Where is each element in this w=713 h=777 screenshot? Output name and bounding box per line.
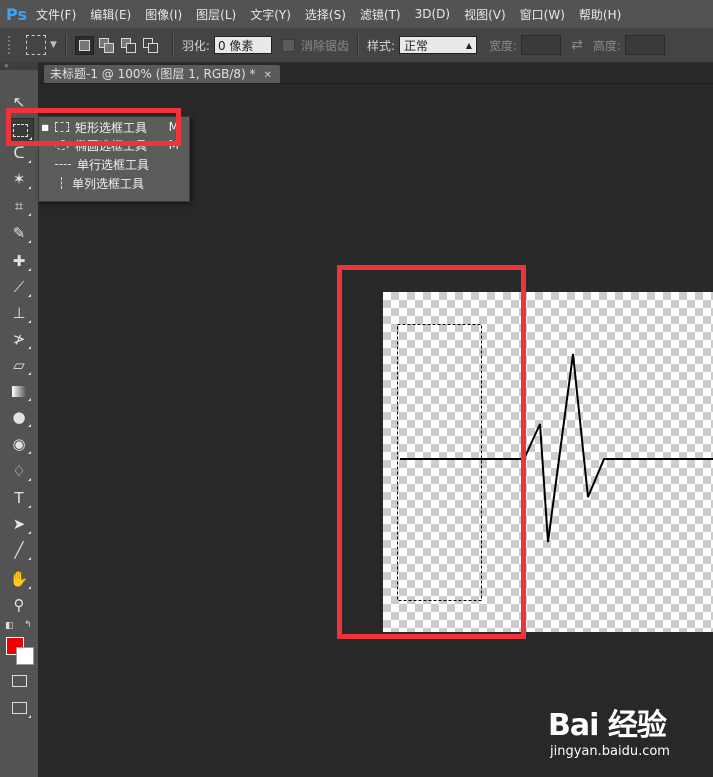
document-tab[interactable]: 未标题-1 @ 100% (图层 1, RGB/8) * ✕ [44,65,280,83]
subtract-from-selection-button[interactable] [120,36,138,54]
menu-edit[interactable]: 编辑(E) [90,6,131,23]
hand-tool-icon[interactable]: ✋ [6,568,32,590]
document-tab-title: 未标题-1 @ 100% (图层 1, RGB/8) * [50,67,256,81]
style-select-value: 正常 [404,39,429,53]
new-selection-button[interactable] [74,35,94,55]
pen-tool-icon[interactable]: ♢ [6,460,32,482]
gradient-tool-icon[interactable] [6,380,32,402]
menu-image[interactable]: 图像(I) [145,6,182,23]
swap-colors-icon[interactable]: ↰ [24,620,32,630]
toolbox-collapse-icon[interactable]: » [0,62,38,70]
dodge-tool-icon[interactable]: ◉ [6,433,32,455]
options-bar: ▼ 羽化: 0 像素 消除锯齿 样式: 正常 ▲ 宽度: ⇄ 高度: [0,28,713,63]
menu-select[interactable]: 选择(S) [305,6,346,23]
baidu-jingyan-watermark: Bai 经验 jingyan.baidu.com [548,700,708,772]
crop-tool-icon[interactable]: ⌗ [6,195,32,217]
flyout-item-label: 单行选框工具 [77,157,150,172]
tool-highlight-box [6,108,181,146]
add-to-selection-button[interactable] [98,36,116,54]
flyout-item-single-column-marquee[interactable]: 单列选框工具 [39,174,189,192]
divider [356,34,359,56]
close-icon[interactable]: ✕ [264,70,272,81]
healing-brush-tool-icon[interactable]: ✚ [6,250,32,272]
menu-filter[interactable]: 滤镜(T) [360,6,401,23]
screen-mode-icon[interactable] [6,697,32,719]
watermark-url: jingyan.baidu.com [550,744,670,759]
options-bar-grip[interactable] [8,36,16,54]
menu-file[interactable]: 文件(F) [36,6,76,23]
menu-layer[interactable]: 图层(L) [196,6,236,23]
feather-label: 羽化: [181,38,210,53]
antialias-checkbox[interactable] [281,38,295,52]
style-select[interactable]: 正常 ▲ [399,36,478,54]
width-label: 宽度: [489,38,518,53]
divider [64,34,67,56]
toolbox: » ↖ ᑕ ✶ ⌗ ✎ ✚ ⟋ ⊥ ≯ ▱ ● ◉ ♢ T ➤ ╱ ✋ ⚲ ◧ … [0,62,39,777]
magic-wand-tool-icon[interactable]: ✶ [6,168,32,190]
app-logo: Ps [6,4,27,24]
menu-window[interactable]: 窗口(W) [520,6,565,23]
divider [171,34,174,56]
clone-stamp-tool-icon[interactable]: ⊥ [6,302,32,324]
style-label: 样式: [366,38,396,53]
single-column-marquee-icon [61,177,62,189]
path-selection-tool-icon[interactable]: ➤ [6,513,32,535]
menu-help[interactable]: 帮助(H) [579,6,621,23]
intersect-selection-button[interactable] [142,36,160,54]
quick-mask-icon[interactable] [6,670,32,692]
width-input[interactable] [521,35,562,55]
tab-strip-divider [38,83,713,84]
flyout-item-single-row-marquee[interactable]: 单行选框工具 [39,155,189,173]
blur-tool-icon[interactable]: ● [6,406,32,428]
eraser-tool-icon[interactable]: ▱ [6,354,32,376]
history-brush-tool-icon[interactable]: ≯ [6,328,32,350]
single-row-marquee-icon [55,163,71,165]
default-colors-icon[interactable]: ◧ [5,621,14,631]
menu-view[interactable]: 视图(V) [464,6,506,23]
chevron-down-icon: ▲ [465,41,473,50]
type-tool-icon[interactable]: T [6,487,32,509]
flyout-item-label: 单列选框工具 [72,176,145,191]
menu-3d[interactable]: 3D(D) [415,7,450,21]
line-tool-icon[interactable]: ╱ [6,539,32,561]
swap-dimensions-icon[interactable]: ⇄ [571,37,583,53]
height-input[interactable] [624,35,665,55]
brush-tool-icon[interactable]: ⟋ [6,276,32,298]
height-label: 高度: [592,38,621,53]
selection-highlight-box [337,265,526,639]
tool-preset-rect-marquee-icon[interactable] [26,35,46,55]
zoom-tool-icon[interactable]: ⚲ [6,594,32,616]
watermark-brand: Bai 经验 [548,708,667,743]
menu-type[interactable]: 文字(Y) [250,6,291,23]
tool-preset-dropdown-icon[interactable]: ▼ [50,40,57,50]
menu-bar: Ps 文件(F) 编辑(E) 图像(I) 图层(L) 文字(Y) 选择(S) 滤… [0,0,713,28]
antialias-label: 消除锯齿 [300,38,349,53]
eyedropper-tool-icon[interactable]: ✎ [6,222,32,244]
background-color-swatch[interactable] [16,647,34,665]
feather-input[interactable]: 0 像素 [213,36,272,54]
